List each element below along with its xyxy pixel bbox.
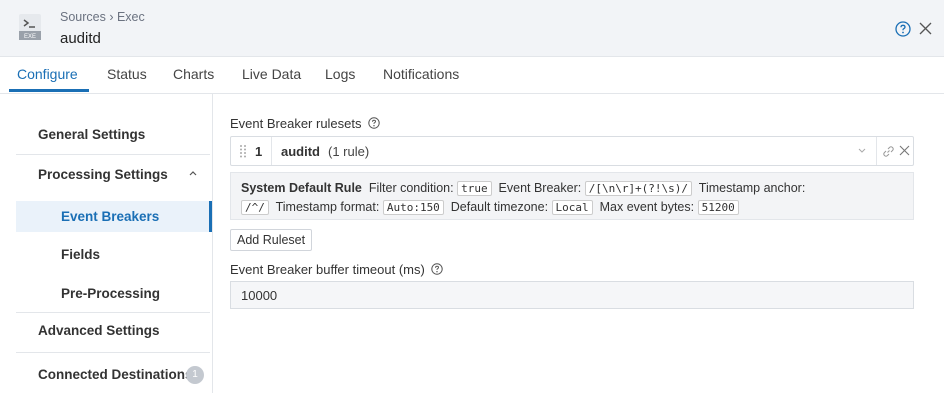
breadcrumb: Sources › Exec [60,10,145,24]
sidebar-divider [16,312,210,313]
rule-summary-line-2: /^/ Timestamp format: Auto:150 Default t… [241,200,739,215]
max-event-bytes-label: Max event bytes: [599,200,695,214]
svg-text:EXE: EXE [24,34,36,40]
remove-ruleset-icon[interactable] [899,145,910,156]
settings-sidebar: General Settings Processing Settings Eve… [0,94,213,393]
chevron-down-icon[interactable] [857,147,867,155]
sidebar-divider [16,352,210,353]
count-badge: 1 [186,366,204,384]
rule-summary: System Default Rule Filter condition: tr… [230,172,914,220]
sidebar-item-fields[interactable]: Fields [61,247,100,262]
add-ruleset-button[interactable]: Add Ruleset [230,229,313,251]
sidebar-item-advanced-settings[interactable]: Advanced Settings [38,323,160,338]
tab-logs[interactable]: Logs [325,66,355,82]
rule-summary-line-1: System Default Rule Filter condition: tr… [241,181,806,196]
tab-configure[interactable]: Configure [17,66,78,82]
timestamp-anchor-label: Timestamp anchor: [698,181,806,195]
sidebar-item-processing-settings[interactable]: Processing Settings [38,167,168,182]
sidebar-item-pre-processing[interactable]: Pre-Processing [61,286,160,301]
tab-bar: Configure Status Charts Live Data Logs N… [0,57,944,94]
event-breaker-value: /[\n\r]+(?!\s)/ [584,181,693,196]
event-breaker-label: Event Breaker: [498,181,582,195]
default-timezone-value: Local [551,200,593,215]
chevron-up-icon[interactable] [188,169,198,177]
sidebar-divider [16,154,210,155]
rule-name: System Default Rule [241,181,362,195]
timestamp-format-label: Timestamp format: [275,200,380,214]
filter-condition-label: Filter condition: [368,181,454,195]
buffer-timeout-input[interactable] [230,281,914,309]
ruleset-number: 1 [255,144,263,159]
timestamp-format-value: Auto:150 [382,200,444,215]
sidebar-item-event-breakers[interactable]: Event Breakers [61,209,159,224]
divider [271,137,272,165]
max-event-bytes-value: 51200 [697,200,739,215]
default-timezone-label: Default timezone: [450,200,549,214]
sidebar-item-general-settings[interactable]: General Settings [38,127,145,142]
close-icon[interactable] [919,22,932,35]
tab-charts[interactable]: Charts [173,66,214,82]
ruleset-rule-count: (1 rule) [328,144,370,159]
filter-condition-value: true [457,181,492,196]
tab-live-data[interactable]: Live Data [242,66,301,82]
rulesets-label-text: Event Breaker rulesets [230,116,362,131]
tab-notifications[interactable]: Notifications [383,66,459,82]
drag-handle-icon[interactable] [239,144,247,158]
active-tab-indicator [9,89,89,92]
ruleset-name: auditd [281,144,320,159]
divider [876,137,877,165]
link-icon[interactable] [882,145,895,158]
page-title: auditd [60,30,101,47]
tab-status[interactable]: Status [107,66,147,82]
page-header: EXE Sources › Exec auditd [0,0,944,57]
help-icon[interactable] [368,117,380,129]
rulesets-label: Event Breaker rulesets [230,116,380,131]
timestamp-anchor-value: /^/ [241,200,269,215]
exe-terminal-icon: EXE [19,14,41,40]
sidebar-active-indicator [209,201,212,232]
buffer-timeout-label-text: Event Breaker buffer timeout (ms) [230,262,425,277]
help-icon[interactable] [895,21,911,37]
sidebar-item-connected-destinations[interactable]: Connected Destinations [38,367,193,382]
ruleset-row[interactable]: 1 auditd (1 rule) [230,136,914,166]
buffer-timeout-label: Event Breaker buffer timeout (ms) [230,262,444,277]
help-icon[interactable] [431,263,444,275]
